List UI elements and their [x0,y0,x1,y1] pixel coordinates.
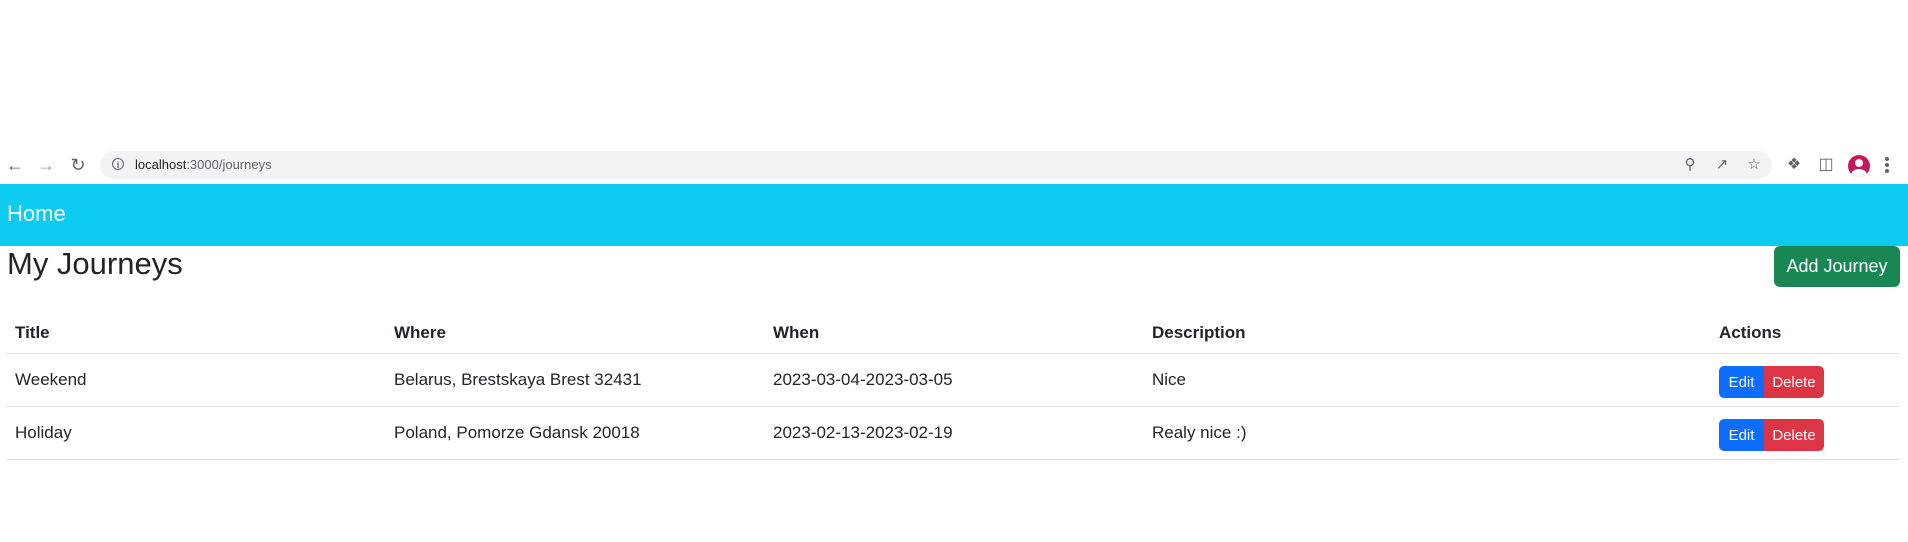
browser-toolbar: ← → ↻ i localhost:3000/journeys ⚲ ↗ ☆ ❖ … [0,148,1908,182]
edit-button[interactable]: Edit [1719,419,1764,451]
cell-where: Poland, Pomorze Gdansk 20018 [385,406,764,460]
cell-title: Weekend [6,353,385,407]
column-header-where: Where [385,313,764,354]
home-link[interactable]: Home [7,201,66,227]
delete-button[interactable]: Delete [1764,419,1824,451]
action-buttons: Edit Delete [1719,366,1900,398]
extensions-icon[interactable]: ❖ [1784,155,1804,175]
table-row: Weekend Belarus, Brestskaya Brest 32431 … [6,353,1900,407]
column-header-title: Title [6,313,385,354]
column-header-when: When [764,313,1143,354]
add-journey-button[interactable]: Add Journey [1774,246,1900,287]
cell-description: Nice [1143,353,1710,407]
url-host: localhost [135,157,187,172]
app-navbar: Home [0,184,1908,246]
info-icon[interactable]: i [112,158,124,170]
back-arrow-icon[interactable]: ← [4,154,26,176]
page-title: My Journeys [7,246,183,281]
more-menu-icon[interactable] [1882,155,1892,175]
journeys-table: Title Where When Description Actions Wee… [6,313,1900,460]
address-bar[interactable]: i localhost:3000/journeys ⚲ ↗ ☆ [100,151,1772,179]
cell-where: Belarus, Brestskaya Brest 32431 [385,353,764,407]
profile-avatar[interactable] [1848,155,1870,177]
cell-when: 2023-03-04-2023-03-05 [764,353,1143,407]
forward-arrow-icon[interactable]: → [35,154,57,176]
table-header-row: Title Where When Description Actions [6,313,1900,354]
cell-description: Realy nice :) [1143,406,1710,460]
column-header-description: Description [1143,313,1710,354]
table-row: Holiday Poland, Pomorze Gdansk 20018 202… [6,406,1900,460]
cell-title: Holiday [6,406,385,460]
column-header-actions: Actions [1710,313,1900,354]
reload-icon[interactable]: ↻ [67,154,89,176]
side-panel-icon[interactable]: ◫ [1816,155,1836,175]
url-text[interactable]: localhost:3000/journeys [135,157,272,172]
delete-button[interactable]: Delete [1764,366,1824,398]
cell-when: 2023-02-13-2023-02-19 [764,406,1143,460]
share-icon[interactable]: ↗ [1712,155,1732,175]
cell-actions: Edit Delete [1710,353,1900,407]
url-path: :3000/journeys [186,157,272,172]
cell-actions: Edit Delete [1710,406,1900,460]
zoom-icon[interactable]: ⚲ [1680,155,1700,175]
star-icon[interactable]: ☆ [1744,155,1764,175]
action-buttons: Edit Delete [1719,419,1900,451]
edit-button[interactable]: Edit [1719,366,1764,398]
